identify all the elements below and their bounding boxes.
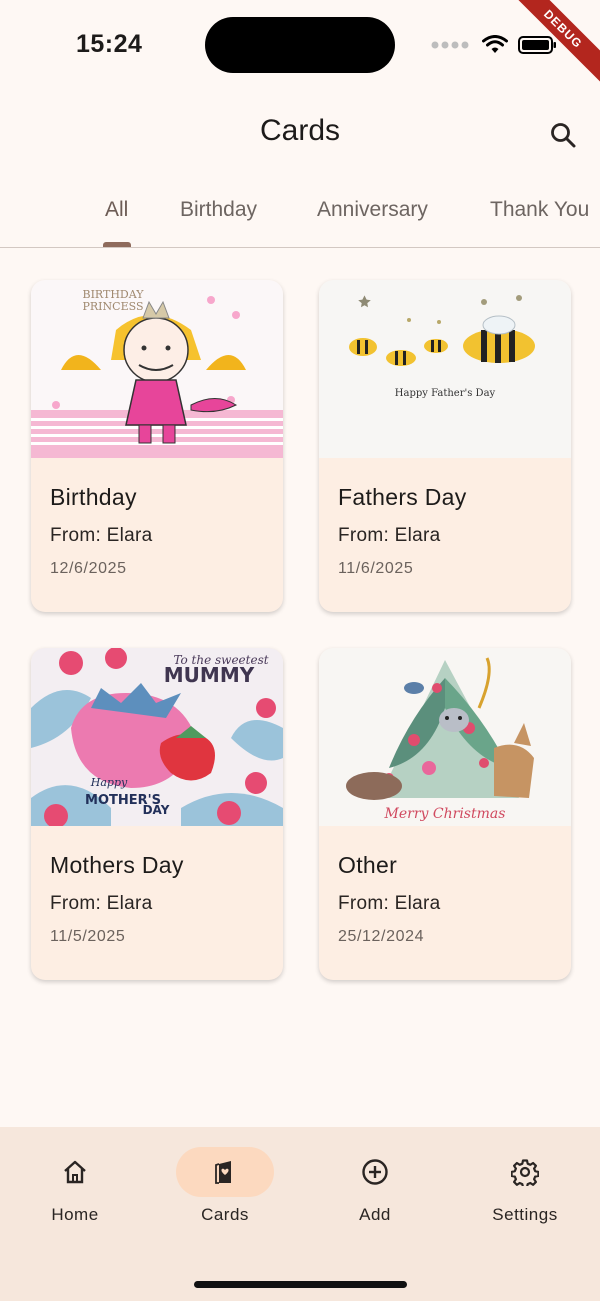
app-bar: Cards — [0, 100, 600, 168]
card-other[interactable]: Merry Christmas Other From: Elara 25/12/… — [319, 648, 571, 980]
nav-item-settings[interactable]: Settings — [450, 1147, 600, 1237]
card-title: Mothers Day — [50, 852, 184, 878]
image-text-3: Happy — [90, 776, 128, 789]
card-title: Other — [338, 852, 398, 878]
tab-thank-you[interactable]: Thank You — [490, 198, 589, 222]
tab-birthday[interactable]: Birthday — [180, 198, 257, 222]
card-image: Happy Father's Day — [319, 280, 571, 458]
card-date: 11/6/2025 — [338, 560, 414, 577]
card-sender: From: Elara — [338, 893, 441, 914]
battery-icon — [518, 36, 556, 54]
card-date: 11/5/2025 — [50, 928, 126, 945]
nav-item-home[interactable]: Home — [0, 1147, 150, 1237]
nav-item-add[interactable]: Add — [300, 1147, 450, 1237]
status-icons — [430, 34, 558, 56]
card-image: To the sweetest MUMMY Happy MOTHER'S DAY — [31, 648, 283, 826]
image-text-5: DAY — [143, 803, 170, 817]
tab-anniversary[interactable]: Anniversary — [317, 198, 428, 222]
nav-label: Settings — [492, 1205, 558, 1224]
nav-label: Home — [51, 1205, 99, 1224]
tab-indicator — [103, 242, 131, 247]
card-sender: From: Elara — [338, 525, 441, 546]
tab-all[interactable]: All — [105, 198, 128, 222]
card-sender: From: Elara — [50, 525, 153, 546]
card-date: 25/12/2024 — [338, 928, 425, 945]
status-time: 15:24 — [76, 30, 143, 58]
search-icon — [551, 123, 576, 148]
image-text-1: Merry Christmas — [384, 806, 506, 822]
cards-icon — [215, 1161, 231, 1184]
card-fathers-day[interactable]: Happy Father's Day Fathers Day From: Ela… — [319, 280, 571, 612]
image-text-2: MUMMY — [164, 663, 255, 687]
add-circle-icon — [362, 1159, 388, 1185]
card-image: Merry Christmas — [319, 648, 571, 826]
image-text-1: Happy Father's Day — [395, 388, 496, 399]
card-image: BIRTHDAY PRINCESS — [31, 280, 283, 458]
nav-label: Add — [359, 1205, 391, 1224]
wifi-icon — [482, 35, 508, 53]
status-bar: 15:24 DEBUG — [0, 0, 600, 90]
nav-label: Cards — [201, 1205, 249, 1224]
page-title: Cards — [259, 114, 341, 147]
home-icon — [64, 1160, 86, 1184]
card-mothers-day[interactable]: To the sweetest MUMMY Happy MOTHER'S DAY… — [31, 648, 283, 980]
nav-item-cards[interactable]: Cards — [150, 1147, 300, 1237]
home-indicator[interactable] — [194, 1281, 407, 1288]
card-title: Birthday — [50, 484, 137, 510]
category-tabs: All Birthday Anniversary Thank You — [0, 178, 600, 248]
card-birthday[interactable]: BIRTHDAY PRINCESS Birthday From: Elara 1… — [31, 280, 283, 612]
dynamic-island — [205, 17, 395, 73]
gear-icon — [511, 1159, 539, 1186]
image-text-2: PRINCESS — [83, 300, 144, 313]
signal-icon — [431, 41, 469, 49]
card-sender: From: Elara — [50, 893, 153, 914]
search-button[interactable] — [544, 116, 582, 154]
card-title: Fathers Day — [338, 484, 467, 510]
bottom-navigation: Home Cards Add Settings — [0, 1127, 600, 1301]
card-date: 12/6/2025 — [50, 560, 127, 577]
